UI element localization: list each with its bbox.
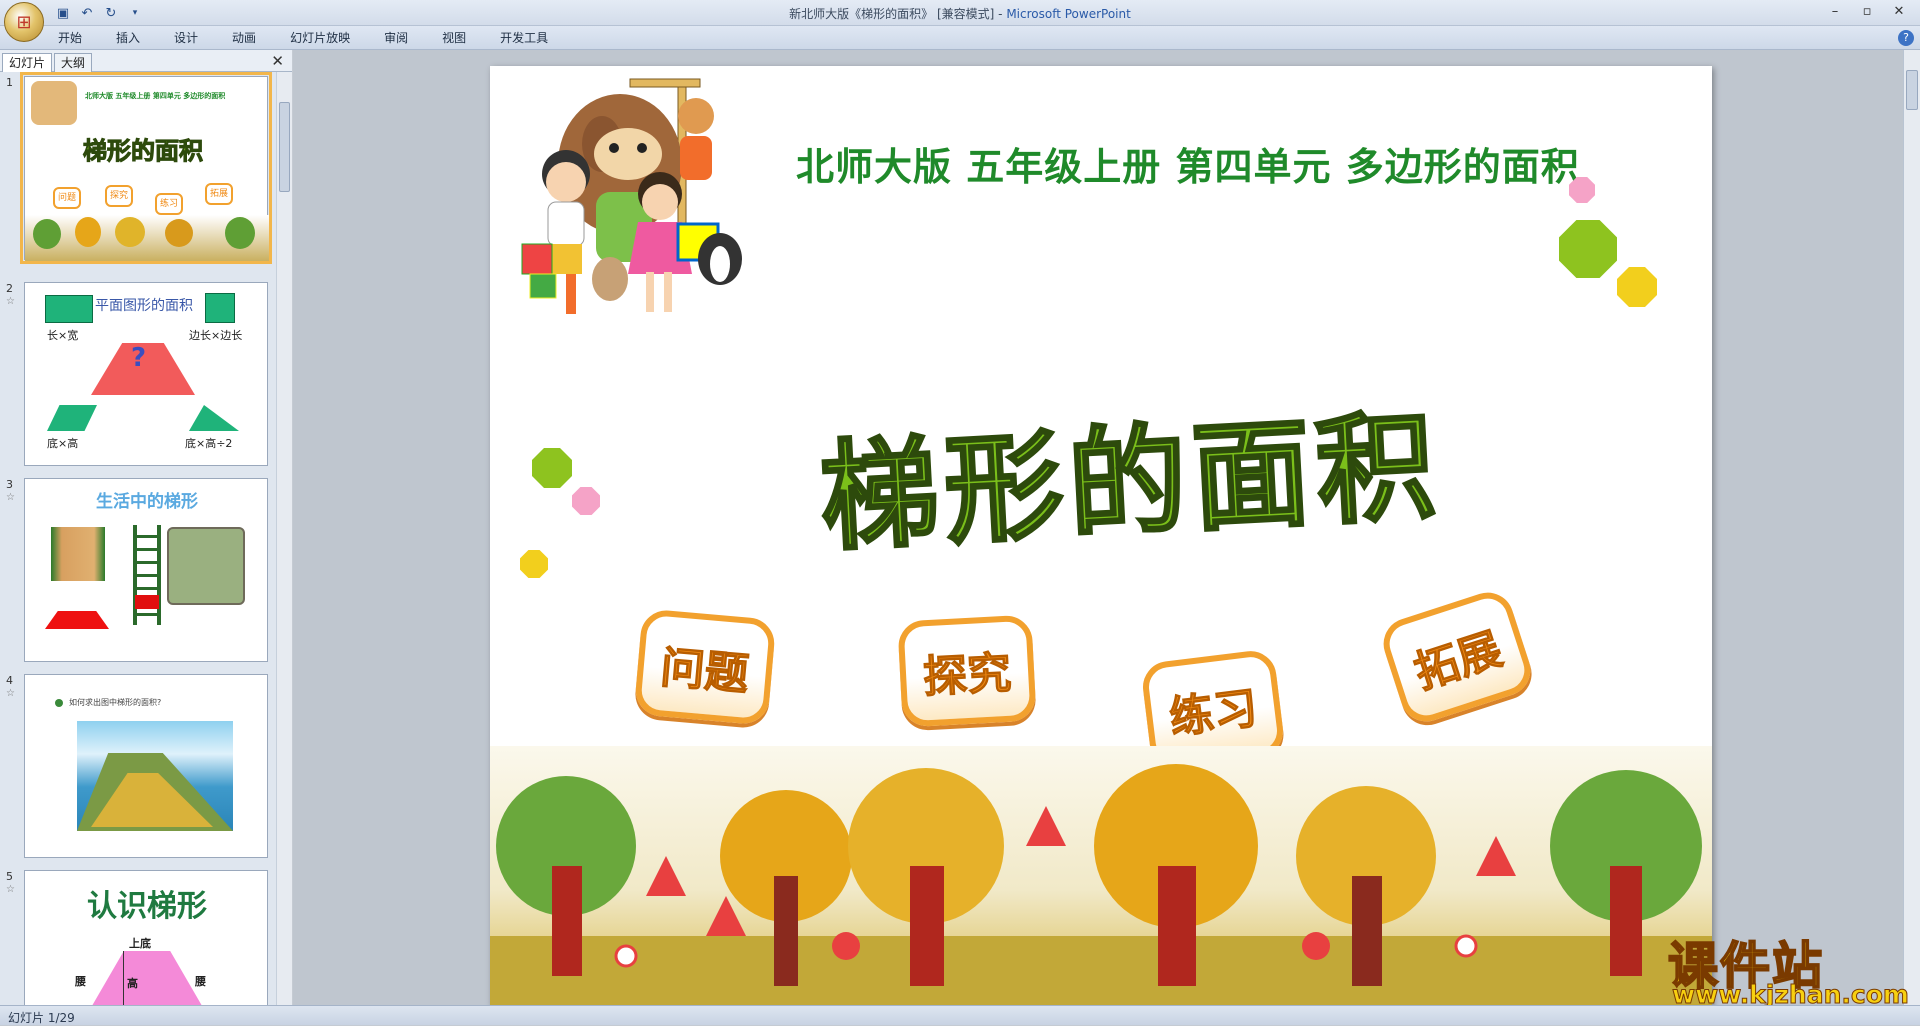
question-badge[interactable]: 问题 <box>633 608 777 726</box>
thumb2-label: 边长×边长 <box>189 329 243 342</box>
close-icon[interactable]: ✕ <box>1884 2 1914 20</box>
slide-subtitle: 北师大版 五年级上册 第四单元 多边形的面积 <box>796 145 1580 189</box>
thumb-btn: 练习 <box>155 193 183 215</box>
thumb4-caption: 如何求出图中梯形的面积? <box>69 698 162 707</box>
transition-icon: ☆ <box>6 296 15 307</box>
thumb-btn: 问题 <box>53 187 81 209</box>
thumb-btn: 拓展 <box>205 183 233 205</box>
office-button[interactable]: ⊞ <box>4 2 44 42</box>
tab-developer[interactable]: 开发工具 <box>500 29 548 46</box>
thumb-number: 5 <box>6 870 13 883</box>
thumb-number: 2 <box>6 282 13 295</box>
ribbon: 开始 插入 设计 动画 幻灯片放映 审阅 视图 开发工具 ? <box>0 26 1920 50</box>
tab-animations[interactable]: 动画 <box>232 29 256 46</box>
thumb5-label: 上底 <box>129 937 151 950</box>
document-title: 新北师大版《梯形的面积》 [兼容模式] - <box>789 7 1003 21</box>
slide-thumbnail-3[interactable]: 生活中的梯形 <box>24 478 268 662</box>
tab-outline[interactable]: 大纲 <box>54 53 93 72</box>
slide-thumbnail-5[interactable]: 认识梯形 上底 腰 高 腰 <box>24 870 268 1005</box>
tab-insert[interactable]: 插入 <box>116 29 140 46</box>
thumb-number: 3 <box>6 478 13 491</box>
thumb2-label: 长×宽 <box>47 329 79 342</box>
thumb2-question: ? <box>131 343 147 373</box>
slide-thumbnail-2[interactable]: 平面图形的面积 长×宽 边长×边长 ? 底×高 底×高÷2 <box>24 282 268 466</box>
thumb-forest-band <box>25 215 269 261</box>
forest-decoration <box>490 746 1712 1006</box>
title-bar: ⊞ ▣ ↶ ↻ ▾ 新北师大版《梯形的面积》 [兼容模式] - Microsof… <box>0 0 1920 42</box>
window-controls: – ▫ ✕ <box>1820 2 1914 20</box>
tab-view[interactable]: 视图 <box>442 29 466 46</box>
thumb-title: 梯形的面积 <box>83 137 204 166</box>
maximize-icon[interactable]: ▫ <box>1852 2 1882 20</box>
minimize-icon[interactable]: – <box>1820 2 1850 20</box>
status-bar: 幻灯片 1/29 <box>0 1005 1920 1025</box>
yellow-octagon-decoration <box>1617 267 1657 307</box>
slide-scrollbar[interactable] <box>1903 50 1920 1005</box>
tab-slides[interactable]: 幻灯片 <box>2 53 53 72</box>
app-name: Microsoft PowerPoint <box>1006 7 1131 21</box>
slides-panel: 幻灯片 大纲 ✕ 1 北师大版 五年级上册 第四单元 多边形的面积 梯形的面积 … <box>0 50 292 1005</box>
tab-home[interactable]: 开始 <box>58 29 82 46</box>
scroll-thumb[interactable] <box>1906 70 1918 110</box>
transition-icon: ☆ <box>6 884 15 895</box>
tab-review[interactable]: 审阅 <box>384 29 408 46</box>
slide-thumbnail-4[interactable]: 如何求出图中梯形的面积? <box>24 674 268 858</box>
kids-cartoon-illustration <box>521 78 742 314</box>
pink-octagon-decoration <box>572 487 600 515</box>
panel-tabs: 幻灯片 大纲 ✕ <box>0 50 292 72</box>
help-icon[interactable]: ? <box>1898 30 1914 46</box>
thumb5-label: 高 <box>127 977 138 990</box>
kjzhan-watermark: 课件站 www.kjzhan.com <box>1667 926 1909 1010</box>
thumb5-label: 腰 <box>195 975 206 988</box>
transition-icon: ☆ <box>6 688 15 699</box>
green-octagon-decoration <box>1559 220 1617 278</box>
slide-thumbnail-1[interactable]: 北师大版 五年级上册 第四单元 多边形的面积 梯形的面积 问题 探究 练习 拓展 <box>20 72 272 264</box>
thumb-kids-illustration <box>31 81 77 125</box>
thumb2-label: 底×高÷2 <box>185 437 233 450</box>
tab-design[interactable]: 设计 <box>174 29 198 46</box>
window-title: 新北师大版《梯形的面积》 [兼容模式] - Microsoft PowerPoi… <box>0 5 1920 22</box>
thumb-subtitle: 北师大版 五年级上册 第四单元 多边形的面积 <box>85 92 226 100</box>
thumb-btn: 探究 <box>105 185 133 207</box>
yellow-octagon-decoration <box>520 550 548 578</box>
transition-icon: ☆ <box>6 492 15 503</box>
thumb5-label: 腰 <box>75 975 86 988</box>
pink-octagon-decoration <box>1569 177 1595 203</box>
slide-indicator: 幻灯片 1/29 <box>8 1011 75 1025</box>
main-slide[interactable]: 北师大版 五年级上册 第四单元 多边形的面积 梯形的面积 问题 探究 练习 拓展 <box>490 66 1712 1006</box>
extension-badge[interactable]: 拓展 <box>1376 585 1538 729</box>
green-octagon-decoration <box>532 448 572 488</box>
thumb5-title: 认识梯形 <box>87 889 207 924</box>
explore-badge[interactable]: 探究 <box>897 614 1037 728</box>
ribbon-tabs: 开始 插入 设计 动画 幻灯片放映 审阅 视图 开发工具 <box>58 29 548 46</box>
scroll-thumb[interactable] <box>279 102 290 192</box>
tab-slideshow[interactable]: 幻灯片放映 <box>290 29 350 46</box>
thumbnail-list: 1 北师大版 五年级上册 第四单元 多边形的面积 梯形的面积 问题 探究 练习 … <box>0 72 276 1005</box>
panel-close-icon[interactable]: ✕ <box>271 52 284 70</box>
thumb2-title: 平面图形的面积 <box>95 298 193 314</box>
slide-title: 梯形的面积 <box>816 394 1445 568</box>
thumb3-title: 生活中的梯形 <box>96 492 198 512</box>
thumb-number: 4 <box>6 674 13 687</box>
panel-scrollbar[interactable] <box>276 72 292 1005</box>
thumb-number: 1 <box>6 76 13 89</box>
thumb2-label: 底×高 <box>47 437 79 450</box>
